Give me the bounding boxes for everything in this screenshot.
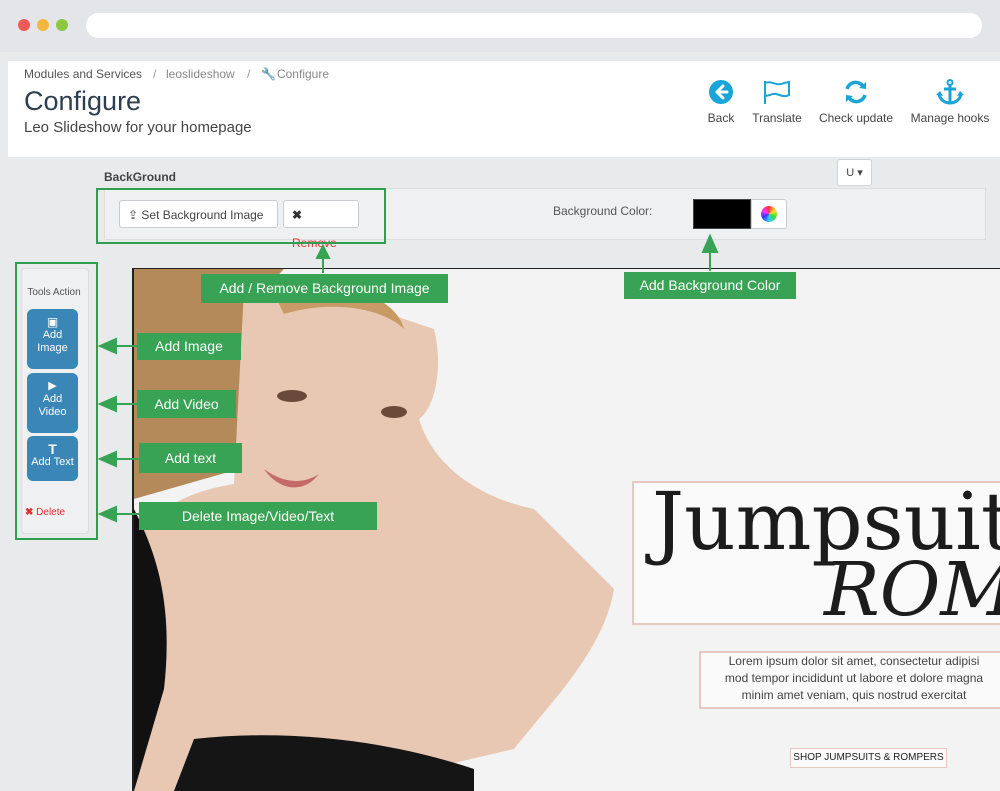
translate-label: Translate bbox=[752, 111, 802, 125]
tools-title: Tools Action bbox=[27, 287, 81, 298]
options-dropdown[interactable]: U ▾ bbox=[837, 159, 872, 186]
breadcrumb-modules[interactable]: Modules and Services bbox=[24, 67, 142, 81]
add-video-label: Add Video bbox=[38, 393, 67, 418]
slide-heading-line2: ROM bbox=[824, 547, 1000, 633]
slide-body-line3: minim amet veniam, quis nostrud exercita… bbox=[741, 688, 967, 702]
background-section-title: BackGround bbox=[104, 170, 177, 184]
breadcrumb-module[interactable]: leoslideshow bbox=[166, 67, 235, 81]
back-arrow-icon bbox=[709, 80, 733, 104]
annotation-delete: Delete Image/Video/Text bbox=[139, 502, 377, 530]
minimize-window-button[interactable] bbox=[37, 19, 49, 31]
breadcrumb-separator: / bbox=[153, 67, 157, 81]
check-update-button[interactable]: Check update bbox=[814, 79, 898, 125]
annotation-bg-color: Add Background Color bbox=[624, 272, 796, 299]
breadcrumb-separator: / bbox=[247, 67, 251, 81]
background-color-swatch[interactable] bbox=[693, 199, 751, 229]
wrench-icon: 🔧 bbox=[261, 67, 276, 81]
text-icon: T bbox=[48, 441, 57, 457]
back-label: Back bbox=[707, 111, 735, 125]
page-title: Configure bbox=[24, 86, 142, 116]
bg-image-highlight-box bbox=[96, 188, 386, 244]
delete-icon: ✖ bbox=[25, 507, 34, 518]
flag-icon bbox=[764, 80, 790, 104]
slide-heading-box[interactable]: Jumpsuits ROM bbox=[632, 475, 1000, 633]
refresh-icon bbox=[845, 80, 867, 104]
page-header: Modules and Services / leoslideshow / 🔧 … bbox=[8, 61, 1000, 157]
color-wheel-icon bbox=[761, 206, 777, 222]
color-picker-button[interactable] bbox=[751, 199, 787, 229]
slide-body-text[interactable]: Lorem ipsum dolor sit amet, consectetur … bbox=[699, 651, 1000, 709]
annotation-add-text: Add text bbox=[139, 443, 242, 473]
close-window-button[interactable] bbox=[18, 19, 30, 31]
address-bar[interactable] bbox=[86, 13, 982, 38]
page-subtitle: Leo Slideshow for your homepage bbox=[24, 119, 252, 136]
delete-label: Delete bbox=[36, 507, 66, 518]
manage-hooks-label: Manage hooks bbox=[910, 111, 990, 125]
delete-button[interactable]: ✖ Delete bbox=[25, 507, 65, 518]
annotation-bg-image: Add / Remove Background Image bbox=[201, 274, 448, 303]
breadcrumb-current: 🔧 Configure bbox=[261, 67, 329, 81]
annotation-add-video: Add Video bbox=[137, 390, 236, 418]
manage-hooks-button[interactable]: Manage hooks bbox=[907, 79, 993, 125]
add-text-button[interactable]: T Add Text bbox=[27, 436, 78, 481]
check-update-label: Check update bbox=[818, 111, 894, 125]
add-image-label: Add Image bbox=[37, 329, 68, 354]
caret-down-icon: ▾ bbox=[857, 167, 863, 179]
maximize-window-button[interactable] bbox=[56, 19, 68, 31]
background-color-label: Background Color: bbox=[553, 204, 653, 218]
video-icon: ▶ bbox=[48, 380, 57, 392]
breadcrumb-current-label: Configure bbox=[276, 67, 329, 81]
back-button[interactable]: Back bbox=[700, 79, 742, 125]
add-image-button[interactable]: ▣ Add Image bbox=[27, 309, 78, 369]
annotation-add-image: Add Image bbox=[137, 333, 241, 360]
slide-body-line2: mod tempor incididunt ut labore et dolor… bbox=[724, 671, 984, 685]
shop-cta-link[interactable]: SHOP JUMPSUITS & ROMPERS bbox=[790, 748, 947, 768]
slide-body-line1: Lorem ipsum dolor sit amet, consectetur … bbox=[728, 654, 980, 668]
translate-button[interactable]: Translate bbox=[748, 79, 806, 125]
image-icon: ▣ bbox=[46, 315, 59, 329]
add-text-label: Add Text bbox=[31, 456, 74, 468]
options-dropdown-label: U bbox=[846, 167, 855, 179]
anchor-icon bbox=[936, 79, 964, 105]
browser-chrome bbox=[0, 0, 1000, 52]
add-video-button[interactable]: ▶ Add Video bbox=[27, 373, 78, 433]
